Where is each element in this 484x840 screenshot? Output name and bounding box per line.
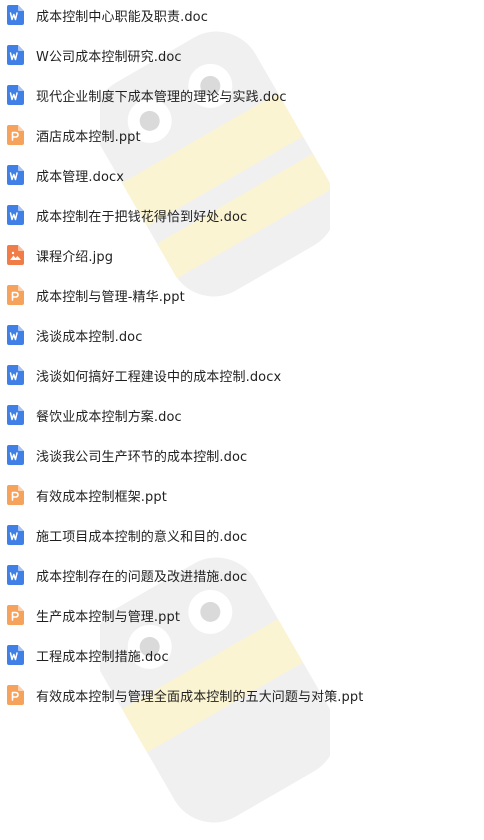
file-row[interactable]: 工程成本控制措施.doc (0, 635, 484, 675)
file-name: 餐饮业成本控制方案.doc (36, 409, 182, 425)
image-icon (7, 245, 24, 265)
file-name: W公司成本控制研究.doc (36, 49, 182, 65)
ppt-icon (7, 125, 24, 145)
word-icon (7, 205, 24, 225)
word-icon (7, 445, 24, 465)
ppt-icon (7, 285, 24, 305)
word-icon (7, 645, 24, 665)
word-icon (7, 565, 24, 585)
file-name: 现代企业制度下成本管理的理论与实践.doc (36, 89, 287, 105)
word-icon (7, 45, 24, 65)
ppt-icon (7, 485, 24, 505)
file-row[interactable]: 有效成本控制框架.ppt (0, 475, 484, 515)
file-name: 有效成本控制框架.ppt (36, 489, 167, 505)
file-name: 浅谈成本控制.doc (36, 329, 143, 345)
file-row[interactable]: 成本管理.docx (0, 155, 484, 195)
file-row[interactable]: 有效成本控制与管理全面成本控制的五大问题与对策.ppt (0, 675, 484, 715)
ppt-icon (7, 685, 24, 705)
file-name: 酒店成本控制.ppt (36, 129, 141, 145)
file-row[interactable]: 成本控制与管理-精华.ppt (0, 275, 484, 315)
file-row[interactable]: W公司成本控制研究.doc (0, 35, 484, 75)
file-name: 生产成本控制与管理.ppt (36, 609, 181, 625)
word-icon (7, 165, 24, 185)
file-name: 成本控制中心职能及职责.doc (36, 9, 208, 25)
word-icon (7, 525, 24, 545)
file-row[interactable]: 生产成本控制与管理.ppt (0, 595, 484, 635)
file-row[interactable]: 成本控制在于把钱花得恰到好处.doc (0, 195, 484, 235)
file-row[interactable]: 施工项目成本控制的意义和目的.doc (0, 515, 484, 555)
file-name: 课程介绍.jpg (36, 249, 114, 265)
file-row[interactable]: 浅谈如何搞好工程建设中的成本控制.docx (0, 355, 484, 395)
word-icon (7, 365, 24, 385)
word-icon (7, 325, 24, 345)
file-name: 成本控制与管理-精华.ppt (36, 289, 185, 305)
file-row[interactable]: 餐饮业成本控制方案.doc (0, 395, 484, 435)
file-row[interactable]: 浅谈我公司生产环节的成本控制.doc (0, 435, 484, 475)
file-row[interactable]: 成本控制存在的问题及改进措施.doc (0, 555, 484, 595)
file-name: 成本控制存在的问题及改进措施.doc (36, 569, 248, 585)
file-row[interactable]: 酒店成本控制.ppt (0, 115, 484, 155)
word-icon (7, 85, 24, 105)
file-name: 浅谈如何搞好工程建设中的成本控制.docx (36, 369, 282, 385)
file-name: 施工项目成本控制的意义和目的.doc (36, 529, 248, 545)
file-row[interactable]: 现代企业制度下成本管理的理论与实践.doc (0, 75, 484, 115)
ppt-icon (7, 605, 24, 625)
file-row[interactable]: 浅谈成本控制.doc (0, 315, 484, 355)
file-name: 成本管理.docx (36, 169, 125, 185)
file-row[interactable]: 课程介绍.jpg (0, 235, 484, 275)
word-icon (7, 5, 24, 25)
file-name: 工程成本控制措施.doc (36, 649, 169, 665)
word-icon (7, 405, 24, 425)
file-name: 成本控制在于把钱花得恰到好处.doc (36, 209, 248, 225)
file-name: 浅谈我公司生产环节的成本控制.doc (36, 449, 248, 465)
file-name: 有效成本控制与管理全面成本控制的五大问题与对策.ppt (36, 689, 364, 705)
file-row[interactable]: 成本控制中心职能及职责.doc (0, 0, 484, 35)
